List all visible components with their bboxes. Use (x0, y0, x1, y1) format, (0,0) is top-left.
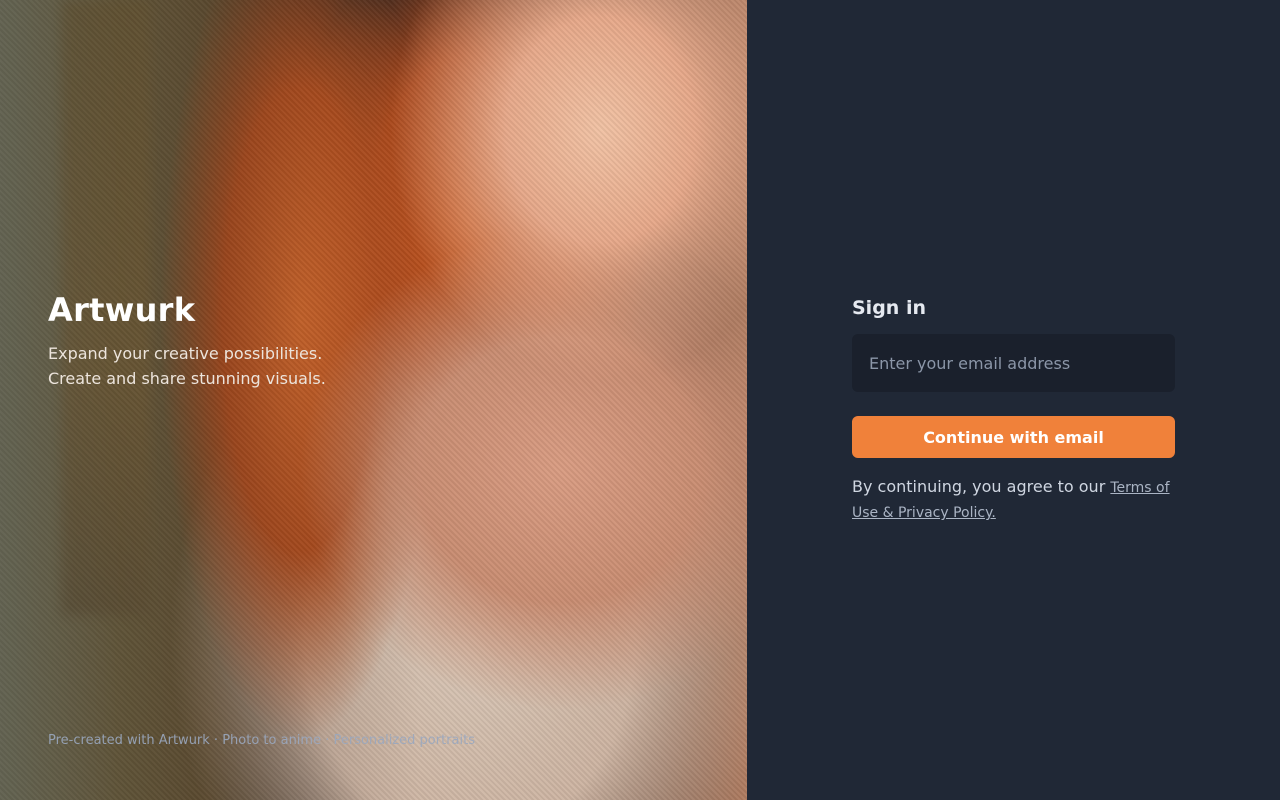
signin-panel: Sign in Continue with email By continuin… (747, 0, 1280, 800)
hero-tagline: Expand your creative possibilities. Crea… (48, 341, 326, 391)
signin-form: Sign in Continue with email By continuin… (852, 297, 1175, 525)
hero-image: Artwurk Expand your creative possibiliti… (0, 0, 747, 800)
signin-title: Sign in (852, 297, 926, 319)
hero-overlay (0, 0, 420, 800)
tagline-line-1: Expand your creative possibilities. (48, 344, 323, 363)
brand-title: Artwurk (48, 291, 196, 329)
image-attribution: Pre-created with Artwurk · Photo to anim… (48, 733, 475, 748)
tagline-line-2: Create and share stunning visuals. (48, 369, 326, 388)
terms-prefix: By continuing, you agree to our (852, 477, 1106, 496)
continue-with-email-button[interactable]: Continue with email (852, 416, 1175, 458)
email-input[interactable] (852, 334, 1175, 392)
terms-notice: By continuing, you agree to our Terms of… (852, 475, 1175, 525)
